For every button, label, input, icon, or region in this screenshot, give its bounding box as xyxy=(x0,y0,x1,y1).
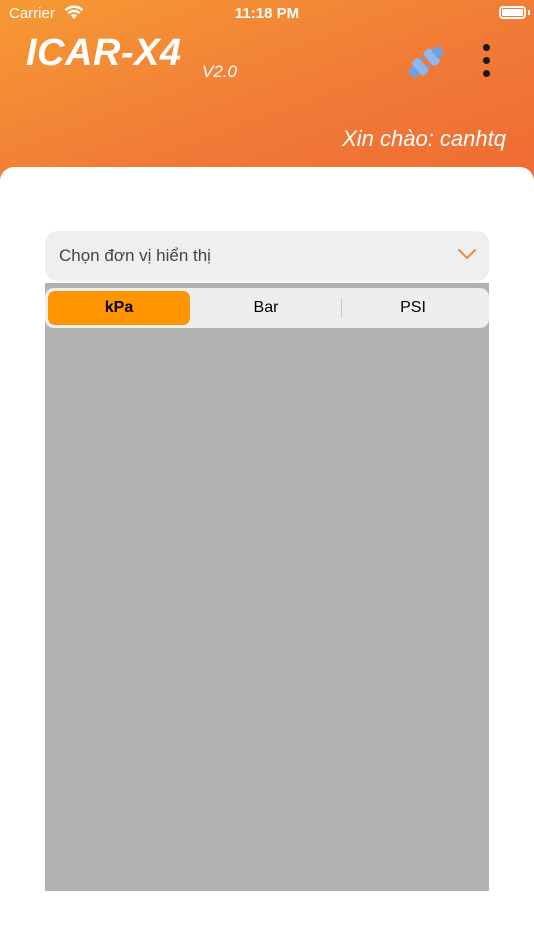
more-menu-button[interactable] xyxy=(474,42,498,82)
segment-bar[interactable]: Bar xyxy=(195,291,337,325)
battery-icon xyxy=(499,6,526,19)
segment-psi[interactable]: PSI xyxy=(342,291,484,325)
unit-select-dropdown[interactable]: Chọn đơn vị hiển thị xyxy=(45,231,489,281)
chevron-down-icon xyxy=(458,249,476,259)
greeting-text: Xin chào: canhtq xyxy=(342,126,506,151)
segment-kpa[interactable]: kPa xyxy=(48,291,190,325)
more-vertical-icon xyxy=(482,44,490,51)
more-vertical-icon-dot xyxy=(482,57,490,64)
battery-nub xyxy=(528,10,530,15)
unit-segmented-control: kPa Bar PSI xyxy=(45,288,489,328)
app-version: V2.0 xyxy=(202,62,237,81)
unit-select-label: Chọn đơn vị hiển thị xyxy=(59,246,211,265)
status-time: 11:18 PM xyxy=(234,5,300,22)
content-panel xyxy=(45,283,489,891)
plug-disconnected-icon xyxy=(408,46,444,78)
connection-button[interactable] xyxy=(402,40,450,84)
app-title: ICAR-X4 xyxy=(26,32,182,74)
status-bar: Carrier 11:18 PM xyxy=(0,0,534,28)
more-vertical-icon-dot xyxy=(482,70,490,77)
